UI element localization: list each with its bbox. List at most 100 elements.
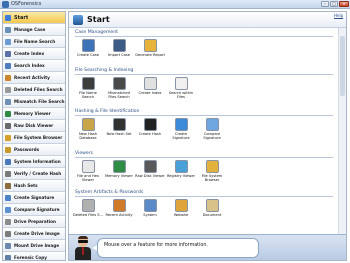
sidebar-item-mismatch-file-search[interactable]: Mismatch File Search	[3, 96, 65, 108]
copy-icon	[5, 255, 11, 260]
tile-create-case[interactable]: Create Case	[73, 39, 103, 69]
sidebar-item-start[interactable]: Start	[3, 12, 65, 24]
section-divider	[75, 157, 333, 158]
sidebar-item-label: Mount Drive Image	[14, 243, 60, 248]
tile-memory-viewer[interactable]: Memory Viewer	[104, 160, 134, 190]
memory-icon	[5, 111, 11, 117]
memory-viewer-icon	[113, 160, 126, 173]
deleted-files-icon	[82, 199, 95, 212]
maximize-button[interactable]: □	[330, 1, 338, 7]
tip-bubble: Mouse over a feature for more informatio…	[97, 238, 259, 258]
tile-create-signature[interactable]: Create Signature	[166, 118, 196, 148]
sidebar-item-drive-preparation[interactable]: Drive Preparation	[3, 216, 65, 228]
sidebar-item-compare-signature[interactable]: Compare Signature	[3, 204, 65, 216]
sidebar-item-label: Passwords	[14, 147, 40, 152]
search-index-icon	[5, 63, 11, 69]
tile-label: Compare Signature	[203, 132, 221, 141]
tile-label: File System Browser	[201, 174, 223, 183]
scrollbar-thumb[interactable]	[340, 36, 345, 96]
sidebar-item-forensic-copy[interactable]: Forensic Copy	[3, 252, 65, 260]
create-case-icon	[82, 39, 95, 52]
tile-create-index[interactable]: Create Index	[135, 77, 165, 107]
window-title: OSForensics	[11, 1, 42, 7]
start-icon	[73, 15, 83, 25]
tile-label: Document	[202, 213, 222, 217]
sidebar-item-label: Verify / Create Hash	[14, 171, 62, 176]
tile-file-and-hex-viewer[interactable]: File and Hex Viewer	[73, 160, 103, 190]
tile-label: Recent Activity	[105, 213, 133, 217]
tile-file-system-browser[interactable]: File System Browser	[197, 160, 227, 190]
sidebar-item-label: Start	[14, 15, 29, 21]
title-bar: OSForensics – □ ×	[0, 0, 350, 9]
new-hash-db-icon	[82, 118, 95, 131]
sidebar-item-file-name-search[interactable]: File Name Search	[3, 36, 65, 48]
assistant-avatar	[74, 236, 92, 260]
recent-icon	[5, 75, 11, 81]
sidebar-item-label: Create Index	[14, 51, 45, 56]
close-button[interactable]: ×	[339, 1, 349, 7]
index-icon	[5, 51, 11, 57]
tile-search-within-files[interactable]: Search within Files	[166, 77, 196, 107]
sidebar-item-label: Hash Sets	[14, 183, 38, 188]
sidebar-item-memory-viewer[interactable]: Memory Viewer	[3, 108, 65, 120]
tile-system[interactable]: System	[135, 199, 165, 229]
tile-mismatched-files-search[interactable]: Mismatched Files Search	[104, 77, 134, 107]
tile-new-hash-database[interactable]: New Hash Database	[73, 118, 103, 148]
sidebar-item-label: File Name Search	[14, 39, 56, 44]
tile-file-name-search[interactable]: File Name Search	[73, 77, 103, 107]
website-icon	[175, 199, 188, 212]
tile-create-hash[interactable]: Create Hash	[135, 118, 165, 148]
sidebar-item-recent-activity[interactable]: Recent Activity	[3, 72, 65, 84]
tile-registry-viewer[interactable]: Registry Viewer	[166, 160, 196, 190]
disk-icon	[5, 123, 11, 129]
sidebar-item-label: Forensic Copy	[14, 255, 47, 260]
sidebar: Start Manage Case File Name Search Create I…	[2, 11, 66, 261]
minimize-button[interactable]: –	[321, 1, 329, 7]
document-icon	[206, 199, 219, 212]
sidebar-item-label: Mismatch File Search	[14, 99, 65, 104]
mismatch-icon	[5, 99, 11, 105]
sidebar-item-raw-disk-viewer[interactable]: Raw Disk Viewer	[3, 120, 65, 132]
sidebar-item-deleted-files-search[interactable]: Deleted Files Search	[3, 84, 65, 96]
tile-compare-signature[interactable]: Compare Signature	[197, 118, 227, 148]
sidebar-item-search-index[interactable]: Search Index	[3, 60, 65, 72]
sidebar-item-label: Drive Preparation	[14, 219, 56, 224]
tile-raw-disk-viewer[interactable]: Raw Disk Viewer	[135, 160, 165, 190]
raw-disk-icon	[144, 160, 157, 173]
sidebar-item-create-drive-image[interactable]: Create Drive Image	[3, 228, 65, 240]
sidebar-item-file-system-browser[interactable]: File System Browser	[3, 132, 65, 144]
sidebar-item-passwords[interactable]: Passwords	[3, 144, 65, 156]
sidebar-item-create-index[interactable]: Create Index	[3, 48, 65, 60]
sidebar-item-create-signature[interactable]: Create Signature	[3, 192, 65, 204]
tile-document[interactable]: Document	[197, 199, 227, 229]
scrollbar[interactable]	[338, 28, 346, 234]
create-index-icon	[144, 77, 157, 90]
tile-new-hash-set[interactable]: New Hash Set	[104, 118, 134, 148]
sidebar-item-manage-case[interactable]: Manage Case	[3, 24, 65, 36]
tile-label: File Name Search	[79, 91, 97, 100]
app-icon	[2, 1, 9, 8]
tile-deleted-files-s[interactable]: Deleted Files S...	[73, 199, 103, 229]
key-icon	[5, 147, 11, 153]
tile-website[interactable]: Website	[166, 199, 196, 229]
sidebar-item-mount-drive-image[interactable]: Mount Drive Image	[3, 240, 65, 252]
sidebar-item-label: Manage Case	[14, 27, 46, 32]
tile-label: New Hash Set	[106, 132, 132, 136]
sidebar-item-hash-sets[interactable]: Hash Sets	[3, 180, 65, 192]
tile-recent-activity[interactable]: Recent Activity	[104, 199, 134, 229]
fs-browser-icon	[206, 160, 219, 173]
sidebar-item-verify-create-hash[interactable]: Verify / Create Hash	[3, 168, 65, 180]
tile-import-case[interactable]: Import Case	[104, 39, 134, 69]
system-icon	[5, 159, 11, 165]
file-name-search-icon	[82, 77, 95, 90]
drive-image-icon	[5, 231, 11, 237]
sidebar-item-label: File System Browser	[14, 135, 63, 140]
new-hash-set-icon	[113, 118, 126, 131]
recent-activity-icon	[113, 199, 126, 212]
tile-label: New Hash Database	[78, 132, 98, 141]
sidebar-item-system-information[interactable]: System Information	[3, 156, 65, 168]
help-link[interactable]: Help	[334, 13, 343, 18]
tile-generate-report[interactable]: Generate Report	[135, 39, 165, 69]
tile-label: Search within Files	[168, 91, 194, 100]
tile-label: System	[143, 213, 157, 217]
